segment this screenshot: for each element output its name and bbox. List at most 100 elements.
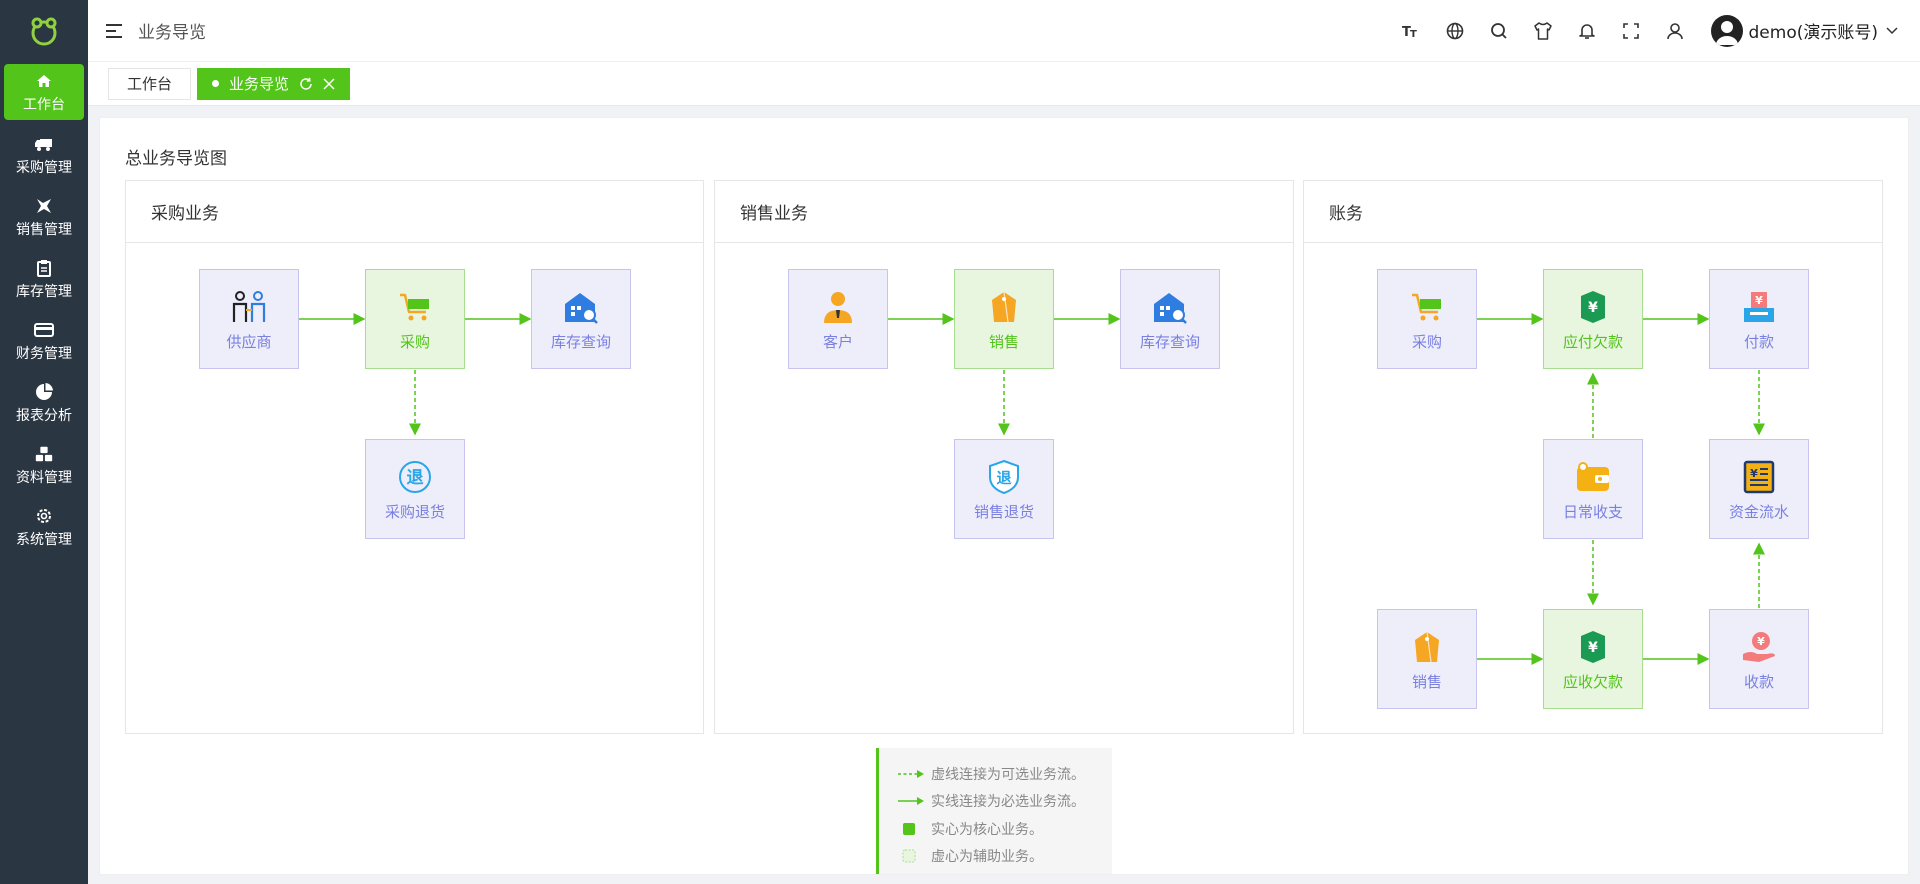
receive-icon: ¥ [1739,627,1779,667]
customer-icon [818,287,858,327]
sidebar-item-system[interactable]: 系统管理 [0,496,88,558]
panel-sales: 销售业务 客户 销售 库存查询 退 销售退货 [714,180,1294,734]
receivable-icon: ¥ [1573,627,1613,667]
user-name: demo(演示账号) [1748,23,1878,43]
sidebar-item-label: 采购管理 [16,159,72,176]
sidebar-item-sales[interactable]: 销售管理 [0,186,88,248]
home-icon [34,71,54,91]
legend-item: 虚线连接为可选业务流。 [897,760,1112,788]
card-icon [34,320,54,340]
sidebar-item-inventory[interactable]: 库存管理 [0,248,88,310]
node-daily-income-expense[interactable]: 日常收支 [1543,439,1643,539]
sidebar-item-label: 报表分析 [16,407,72,424]
warehouse-search-icon [1150,287,1190,327]
legend: 虚线连接为可选业务流。 实线连接为必选业务流。 实心为核心业务。 虚心为辅助业务… [876,748,1112,874]
sidebar-item-reports[interactable]: 报表分析 [0,372,88,434]
node-purchase[interactable]: 采购 [1377,269,1477,369]
panel-accounts: 账务 采购 ¥ 应付欠款 ¥ 付款 日常收支 ¥ 资金流水 销售 ¥ 应收欠款 … [1303,180,1883,734]
user-icon[interactable] [1653,16,1697,46]
node-label: 资金流水 [1728,502,1789,521]
svg-text:¥: ¥ [1588,640,1598,656]
dashed-arrow-icon [897,769,931,779]
node-customer[interactable]: 客户 [788,269,888,369]
legend-item: 实线连接为必选业务流。 [897,788,1112,816]
pay-icon: ¥ [1739,287,1779,327]
node-sales[interactable]: 销售 [1377,609,1477,709]
frog-logo[interactable] [0,0,88,62]
clipboard-icon [34,258,54,278]
tab-label: 工作台 [127,75,173,93]
pie-icon [34,382,54,402]
close-icon[interactable] [323,77,335,90]
node-receivable[interactable]: ¥ 应收欠款 [1543,609,1643,709]
legend-text: 实心为核心业务。 [931,821,1043,838]
sidebar-item-label: 系统管理 [16,531,72,548]
fullscreen-icon[interactable] [1609,16,1653,46]
language-icon[interactable] [1433,16,1477,46]
node-label: 采购 [1411,332,1442,351]
node-supplier[interactable]: 供应商 [199,269,299,369]
node-label: 库存查询 [550,332,611,351]
node-sales[interactable]: 销售 [954,269,1054,369]
panel-title: 销售业务 [715,181,1293,243]
tag-icon [984,287,1024,327]
bell-icon[interactable] [1565,16,1609,46]
solid-square-icon [897,822,931,836]
svg-text:¥: ¥ [1757,635,1765,648]
active-dot-icon [212,80,220,87]
legend-item: 虚心为辅助业务。 [897,843,1112,871]
sidebar-item-purchase[interactable]: 采购管理 [0,124,88,186]
theme-icon[interactable] [1521,16,1565,46]
chevron-down-icon [1886,26,1898,35]
sales-icon [34,196,54,216]
node-inventory-query[interactable]: 库存查询 [531,269,631,369]
node-payable[interactable]: ¥ 应付欠款 [1543,269,1643,369]
node-label: 应付欠款 [1562,332,1623,351]
sidebar-item-label: 销售管理 [16,221,72,238]
search-icon[interactable] [1477,16,1521,46]
node-label: 供应商 [226,332,272,351]
supplier-icon [229,287,269,327]
node-payment[interactable]: ¥ 付款 [1709,269,1809,369]
warehouse-search-icon [561,287,601,327]
sidebar-item-label: 工作台 [23,96,65,113]
node-label: 日常收支 [1562,502,1623,521]
truck-icon [34,134,54,154]
panel-purchase: 采购业务 供应商 采购 库存查询 退 采购退货 [125,180,704,734]
sidebar-item-data[interactable]: 资料管理 [0,434,88,496]
node-label: 销售 [988,332,1019,351]
tab-bar: 工作台 业务导览 [88,62,1920,106]
node-sales-return[interactable]: 退 销售退货 [954,439,1054,539]
user-menu[interactable]: demo(演示账号) [1710,14,1898,47]
page-title: 业务导览 [138,23,206,43]
cubes-icon [34,444,54,464]
menu-toggle-icon[interactable] [106,23,122,38]
node-inventory-query[interactable]: 库存查询 [1120,269,1220,369]
node-receipt[interactable]: ¥ 收款 [1709,609,1809,709]
sidebar-item-label: 库存管理 [16,283,72,300]
legend-text: 实线连接为必选业务流。 [931,794,1085,811]
tab-business-guide[interactable]: 业务导览 [197,67,351,100]
node-fund-flow[interactable]: ¥ 资金流水 [1709,439,1809,539]
node-purchase[interactable]: 采购 [365,269,465,369]
node-label: 库存查询 [1139,332,1200,351]
return-icon: 退 [395,457,435,497]
svg-text:¥: ¥ [1588,300,1598,316]
tab-workbench[interactable]: 工作台 [108,67,192,100]
tab-label: 业务导览 [229,75,290,93]
refresh-icon[interactable] [299,77,313,91]
shield-return-icon: 退 [984,457,1024,497]
sidebar-item-finance[interactable]: 财务管理 [0,310,88,372]
wallet-icon [1573,457,1613,497]
font-size-icon[interactable]: TT [1389,16,1433,46]
sidebar-item-workbench[interactable]: 工作台 [4,64,84,120]
legend-text: 虚线连接为可选业务流。 [931,766,1085,783]
panel-title: 采购业务 [126,181,703,243]
node-purchase-return[interactable]: 退 采购退货 [365,439,465,539]
gear-icon [34,506,54,526]
sidebar-item-label: 财务管理 [16,345,72,362]
cart-icon [1407,287,1447,327]
ledger-icon: ¥ [1739,457,1779,497]
solid-arrow-icon [897,796,931,806]
node-label: 销售 [1411,672,1442,691]
